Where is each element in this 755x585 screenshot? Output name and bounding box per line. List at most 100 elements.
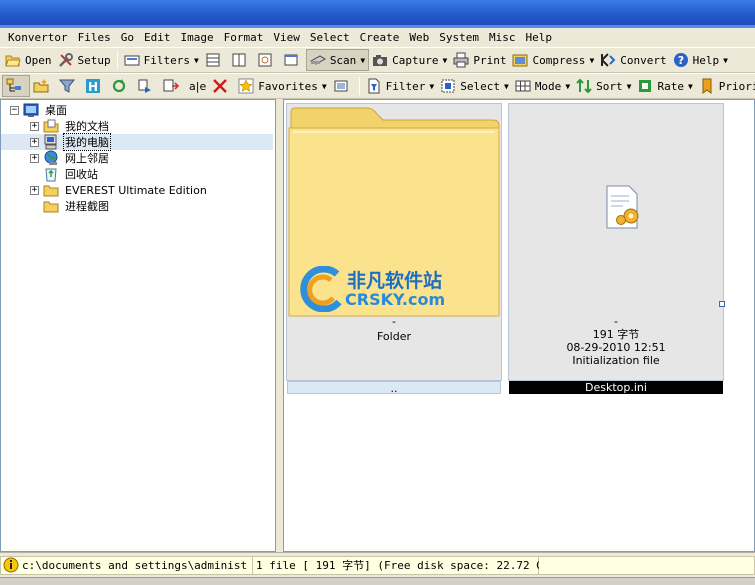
thumbnail-pane[interactable]: 非凡软件站 CRSKY.com - Folder .. - 191 字节 08-… <box>283 99 755 552</box>
convert-icon <box>600 52 616 68</box>
mode-grid-icon <box>515 78 531 94</box>
recycle-bin-icon <box>43 166 59 182</box>
funnel-icon <box>58 78 76 94</box>
main-toolbar: Open Setup Filters ▼ Scan ▼ Capture ▼ Pr… <box>0 47 755 73</box>
menu-konvertor[interactable]: Konvertor <box>3 31 73 44</box>
window-titlebar <box>0 0 755 28</box>
view-columns-button[interactable] <box>228 49 254 71</box>
select-dropdown[interactable]: Select ▼ <box>437 75 512 97</box>
globe-network-icon <box>43 150 59 166</box>
copy-button[interactable] <box>134 75 160 97</box>
crsky-watermark: 非凡软件站 CRSKY.com <box>297 264 457 316</box>
scanner-icon <box>309 52 326 68</box>
collapse-toggle[interactable]: − <box>10 106 19 115</box>
menu-misc[interactable]: Misc <box>484 31 521 44</box>
rows-icon <box>205 52 221 68</box>
filters-dropdown[interactable]: Filters ▼ <box>121 49 202 71</box>
status-extra-field <box>539 555 755 575</box>
compress-dropdown[interactable]: Compress ▼ <box>509 49 597 71</box>
rate-dropdown[interactable]: Rate ▼ <box>634 75 695 97</box>
scan-dropdown[interactable]: Scan ▼ <box>305 49 370 71</box>
move-icon <box>163 78 180 94</box>
delete-button[interactable] <box>209 75 235 97</box>
menu-help[interactable]: Help <box>520 31 557 44</box>
copy-icon <box>137 78 153 94</box>
menu-select[interactable]: Select <box>305 31 355 44</box>
thumb-dash: - <box>614 315 618 328</box>
window-bottom-edge <box>0 577 755 585</box>
tree-item-network[interactable]: 网上邻居 <box>43 150 111 166</box>
tree-item-desktop[interactable]: 桌面 <box>23 102 69 118</box>
svg-text:H: H <box>88 80 98 94</box>
convert-button[interactable]: Convert <box>597 49 669 71</box>
view-rows-button[interactable] <box>202 49 228 71</box>
pane-splitter[interactable] <box>276 99 283 552</box>
refresh-button[interactable] <box>108 75 134 97</box>
menu-format[interactable]: Format <box>219 31 269 44</box>
thumbnail-parent-folder[interactable]: 非凡软件站 CRSKY.com - Folder .. <box>286 103 502 395</box>
new-folder-icon <box>33 78 49 94</box>
thumb-date: 08-29-2010 12:51 <box>566 341 666 354</box>
capture-dropdown[interactable]: Capture ▼ <box>369 49 450 71</box>
ini-file-icon <box>606 185 639 229</box>
thumb-dash: - <box>392 315 396 328</box>
priority-dropdown[interactable]: Priority <box>696 75 755 97</box>
expand-toggle[interactable]: + <box>30 138 39 147</box>
menu-edit[interactable]: Edit <box>139 31 176 44</box>
expand-toggle[interactable]: + <box>30 122 39 131</box>
chevron-down-icon: ▼ <box>626 81 632 91</box>
filters-icon <box>124 52 140 68</box>
menu-create[interactable]: Create <box>355 31 405 44</box>
sort-dropdown[interactable]: Sort ▼ <box>573 75 634 97</box>
thumbnail-desktop-ini[interactable]: - 191 字节 08-29-2010 12:51 Initialization… <box>508 103 725 394</box>
tree-item-everest[interactable]: EVEREST Ultimate Edition <box>43 182 209 198</box>
chevron-down-icon: ▼ <box>321 81 327 91</box>
slideshow-button[interactable] <box>330 75 356 97</box>
help-icon: ? <box>673 52 689 68</box>
status-path-field: c:\documents and settings\administrato <box>0 555 253 575</box>
window-icon <box>283 52 299 68</box>
new-folder-button[interactable] <box>30 75 56 97</box>
tree-view-button[interactable] <box>2 75 30 97</box>
rename-button[interactable]: a|e <box>186 75 209 97</box>
folder-icon <box>43 198 59 214</box>
watermark-cn: 非凡软件站 <box>347 270 443 292</box>
folder-tree[interactable]: − 桌面 + 我的文档 + 我的电脑 + 网上邻居 回收站 + EVEREST … <box>0 99 276 552</box>
h-icon: H <box>85 78 101 94</box>
help-dropdown[interactable]: ? Help ▼ <box>670 49 731 71</box>
menu-web[interactable]: Web <box>404 31 434 44</box>
tree-item-my-documents[interactable]: 我的文档 <box>43 118 111 134</box>
expand-toggle[interactable]: + <box>30 186 39 195</box>
info-icon <box>3 557 19 573</box>
tree-item-my-computer[interactable]: 我的电脑 <box>43 133 111 151</box>
move-button[interactable] <box>160 75 186 97</box>
menu-bar: Konvertor Files Go Edit Image Format Vie… <box>0 28 755 47</box>
expand-toggle[interactable]: + <box>30 154 39 163</box>
favorites-dropdown[interactable]: Favorites ▼ <box>235 75 329 97</box>
documents-folder-icon <box>43 118 59 134</box>
menu-image[interactable]: Image <box>175 31 218 44</box>
menu-system[interactable]: System <box>434 31 484 44</box>
open-button[interactable]: Open <box>2 49 55 71</box>
preview-button[interactable] <box>254 49 280 71</box>
menu-files[interactable]: Files <box>73 31 116 44</box>
home-button[interactable]: H <box>82 75 108 97</box>
watermark-en: CRSKY.com <box>345 290 446 309</box>
secondary-toolbar: H a|e Favorites ▼ Filter ▼ Select ▼ Mode… <box>0 73 755 99</box>
fullscreen-button[interactable] <box>280 49 306 71</box>
filter-dropdown[interactable]: Filter ▼ <box>363 75 438 97</box>
menu-view[interactable]: View <box>268 31 305 44</box>
select-grid-icon <box>440 78 456 94</box>
chevron-down-icon: ▼ <box>589 55 595 65</box>
menu-go[interactable]: Go <box>116 31 139 44</box>
status-path: c:\documents and settings\administrato <box>22 558 249 572</box>
mode-dropdown[interactable]: Mode ▼ <box>512 75 573 97</box>
resize-handle[interactable] <box>719 301 725 307</box>
print-button[interactable]: Print <box>450 49 509 71</box>
open-folder-icon <box>5 52 21 68</box>
setup-button[interactable]: Setup <box>55 49 114 71</box>
tools-icon <box>58 52 74 68</box>
filter-folder-button[interactable] <box>56 75 82 97</box>
tree-item-recycle-bin[interactable]: 回收站 <box>43 166 100 182</box>
tree-item-process-screenshots[interactable]: 进程截图 <box>43 198 111 214</box>
